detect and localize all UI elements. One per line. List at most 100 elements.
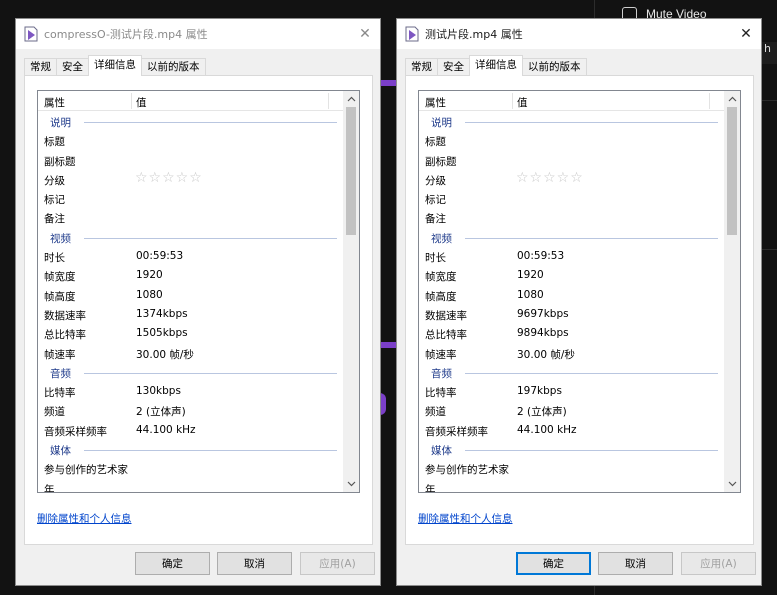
group-header[interactable]: 视频	[38, 228, 345, 247]
property-row[interactable]: 标记	[38, 189, 345, 208]
apply-button[interactable]: 应用(A)	[300, 552, 375, 575]
scroll-up-icon[interactable]	[724, 92, 740, 106]
property-row[interactable]: 标记	[419, 189, 726, 208]
cancel-button[interactable]: 取消	[598, 552, 673, 575]
property-row[interactable]: 年	[38, 479, 345, 492]
property-row[interactable]: 副标题	[38, 151, 345, 170]
property-row[interactable]: 音频采样频率 44.100 kHz	[38, 421, 345, 440]
group-header[interactable]: 音频	[419, 363, 726, 382]
property-row[interactable]: 时长 00:59:53	[419, 247, 726, 266]
property-value: 2 (立体声)	[136, 406, 186, 419]
property-name: 帧宽度	[44, 271, 76, 284]
property-row[interactable]: 年	[419, 479, 726, 492]
group-header[interactable]: 媒体	[419, 440, 726, 459]
property-value: 1080	[136, 288, 163, 301]
tab-4[interactable]: 以前的版本	[141, 58, 206, 76]
property-name: 帧高度	[425, 290, 457, 303]
property-value: 130kbps	[136, 385, 181, 398]
tab-2[interactable]: 安全	[56, 58, 89, 76]
column-header-property[interactable]: 属性	[425, 95, 446, 110]
close-icon[interactable]: ✕	[356, 25, 374, 43]
property-name: 音频采样频率	[425, 425, 488, 438]
remove-properties-link[interactable]: 删除属性和个人信息	[37, 511, 132, 526]
property-row[interactable]: 帧宽度 1920	[38, 266, 345, 285]
property-row[interactable]: 时长 00:59:53	[38, 247, 345, 266]
property-row[interactable]: 备注	[38, 208, 345, 227]
scroll-thumb[interactable]	[346, 107, 356, 235]
video-file-icon	[24, 26, 38, 42]
tab-3[interactable]: 详细信息	[469, 55, 523, 76]
property-list[interactable]: 属性 值 说明 标题 副标题分级 ☆☆☆☆☆ 标记 备注 视频 时长 00:59:53 帧宽度 19…	[37, 90, 360, 493]
property-row[interactable]: 帧高度 1080	[38, 286, 345, 305]
ok-button[interactable]: 确定	[135, 552, 210, 575]
close-icon[interactable]: ✕	[737, 25, 755, 43]
cancel-button[interactable]: 取消	[217, 552, 292, 575]
scroll-down-icon[interactable]	[343, 477, 359, 491]
property-row[interactable]: 分级 ☆☆☆☆☆	[38, 170, 345, 189]
property-row[interactable]: 备注	[419, 208, 726, 227]
tab-4[interactable]: 以前的版本	[522, 58, 587, 76]
group-divider	[84, 372, 337, 374]
column-header-value[interactable]: 值	[136, 95, 147, 110]
apply-button[interactable]: 应用(A)	[681, 552, 756, 575]
group-divider	[84, 450, 337, 452]
title-bar[interactable]: 测试片段.mp4 属性 ✕	[397, 19, 761, 49]
group-header[interactable]: 视频	[419, 228, 726, 247]
scroll-up-icon[interactable]	[343, 92, 359, 106]
property-value: 00:59:53	[136, 250, 184, 263]
group-header[interactable]: 说明	[38, 112, 345, 131]
tab-3[interactable]: 详细信息	[88, 55, 142, 76]
property-rows: 说明 标题 副标题分级 ☆☆☆☆☆ 标记 备注 视频 时长 00:59:53 帧宽度 1920 帧高度…	[38, 112, 345, 492]
list-header: 属性 值	[419, 91, 726, 111]
scroll-down-icon[interactable]	[724, 477, 740, 491]
property-row[interactable]: 频道 2 (立体声)	[419, 401, 726, 420]
title-bar[interactable]: compressO-测试片段.mp4 属性 ✕	[16, 19, 380, 49]
property-row[interactable]: 分级 ☆☆☆☆☆	[419, 170, 726, 189]
property-row[interactable]: 副标题	[419, 151, 726, 170]
group-header[interactable]: 音频	[38, 363, 345, 382]
tab-1[interactable]: 常规	[405, 58, 438, 76]
tab-2[interactable]: 安全	[437, 58, 470, 76]
property-row[interactable]: 帧高度 1080	[419, 286, 726, 305]
property-row[interactable]: 帧宽度 1920	[419, 266, 726, 285]
property-name: 帧速率	[425, 348, 457, 361]
property-value: 9894kbps	[517, 327, 569, 340]
group-header[interactable]: 媒体	[38, 440, 345, 459]
group-header[interactable]: 说明	[419, 112, 726, 131]
property-row[interactable]: 总比特率 1505kbps	[38, 324, 345, 343]
group-label: 音频	[431, 367, 452, 380]
column-header-property[interactable]: 属性	[44, 95, 65, 110]
scroll-thumb[interactable]	[727, 107, 737, 235]
property-row[interactable]: 比特率 197kbps	[419, 382, 726, 401]
column-header-value[interactable]: 值	[517, 95, 528, 110]
details-panel: 属性 值 说明 标题 副标题 分级 ☆☆☆☆☆ 标记备注视频 时长 00:59:53 帧宽度 19…	[405, 75, 754, 545]
property-name: 分级	[44, 174, 65, 187]
tab-1[interactable]: 常规	[24, 58, 57, 76]
column-divider[interactable]	[328, 93, 329, 109]
property-list[interactable]: 属性 值 说明 标题 副标题 分级 ☆☆☆☆☆ 标记备注视频 时长 00:59:53 帧宽度 19…	[418, 90, 741, 493]
remove-properties-link[interactable]: 删除属性和个人信息	[418, 511, 513, 526]
property-row[interactable]: 帧速率 30.00 帧/秒	[38, 344, 345, 363]
property-row[interactable]: 音频采样频率 44.100 kHz	[419, 421, 726, 440]
property-row[interactable]: 标题	[419, 131, 726, 150]
vertical-scrollbar[interactable]	[343, 91, 359, 492]
property-row[interactable]: 帧速率 30.00 帧/秒	[419, 344, 726, 363]
property-row[interactable]: 数据速率 1374kbps	[38, 305, 345, 324]
property-row[interactable]: 参与创作的艺术家	[38, 459, 345, 478]
property-name: 备注	[425, 213, 446, 226]
property-row[interactable]: 参与创作的艺术家	[419, 459, 726, 478]
property-row[interactable]: 频道 2 (立体声)	[38, 401, 345, 420]
column-divider[interactable]	[709, 93, 710, 109]
property-name: 时长	[425, 252, 446, 265]
vertical-scrollbar[interactable]	[724, 91, 740, 492]
rating-stars-icon[interactable]: ☆☆☆☆☆	[516, 170, 584, 186]
property-row[interactable]: 比特率 130kbps	[38, 382, 345, 401]
property-row[interactable]: 数据速率 9697kbps	[419, 305, 726, 324]
column-divider[interactable]	[512, 93, 513, 109]
background-partial-button[interactable]: h	[762, 42, 777, 64]
property-row[interactable]: 标题	[38, 131, 345, 150]
ok-button[interactable]: 确定	[516, 552, 591, 575]
column-divider[interactable]	[131, 93, 132, 109]
rating-stars-icon[interactable]: ☆☆☆☆☆	[135, 170, 203, 186]
property-row[interactable]: 总比特率 9894kbps	[419, 324, 726, 343]
